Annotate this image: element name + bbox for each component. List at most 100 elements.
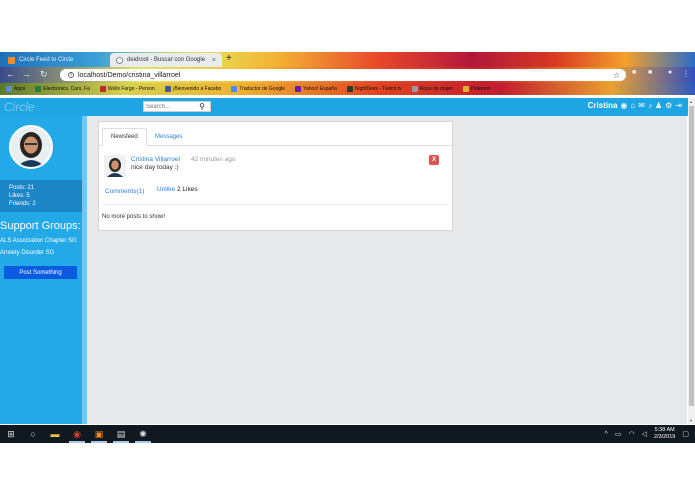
bookmark-star-icon[interactable]: ☆ [613, 71, 620, 80]
support-group-link[interactable]: Anxiety Disorder SG [0, 250, 54, 256]
address-bar[interactable]: i localhost/Demo/cristina_villarroel ☆ [60, 69, 626, 81]
bookmark-wells-fargo[interactable]: Wells Fargo - Person [99, 86, 155, 92]
app-taskbar-icon[interactable]: ✺ [132, 425, 154, 443]
camera-icon[interactable]: ◉ [620, 101, 627, 110]
profile-photo-icon [11, 127, 51, 167]
comments-link[interactable]: Comments(1) [105, 188, 144, 195]
scrollbar-thumb[interactable] [689, 106, 694, 406]
likes-count-label: 2 Likes [177, 186, 198, 193]
folder-icon [462, 86, 469, 92]
feed-post: Cristina Villarroel 42 minutes ago nice … [102, 153, 447, 205]
search-icon[interactable]: ○ [22, 425, 44, 443]
search-icon[interactable]: ⚲ [194, 102, 210, 112]
google-favicon-icon [116, 56, 123, 64]
yahoo-icon [295, 86, 302, 92]
home-icon[interactable]: ⌂ [630, 101, 635, 110]
clock-time: 5:38 AM [654, 427, 675, 433]
bookmark-favicon-icon [346, 86, 353, 92]
xampp-icon[interactable]: ▤ [110, 425, 132, 443]
bookmark-favicon-icon [35, 86, 42, 92]
bookmark-electronics[interactable]: Electronics, Cars, Fa [35, 86, 90, 92]
system-tray: ^ ▭ ◠ ◁ 5:38 AM 2/3/2019 ▢ [605, 425, 689, 443]
close-tab-icon[interactable]: × [212, 57, 216, 64]
bookmark-favicon-icon [411, 86, 418, 92]
circle-favicon-icon [8, 56, 15, 64]
post-something-button[interactable]: Post Something [4, 266, 77, 279]
browser-toolbar: ← → ↻ i localhost/Demo/cristina_villarro… [0, 67, 695, 83]
tab-messages[interactable]: Messages [147, 128, 190, 146]
app-taskbar-icon[interactable]: ▣ [88, 425, 110, 443]
bookmark-apps[interactable]: Apps [6, 86, 25, 92]
feed-card: Newsfeed Messages Cristina Villarroel 42… [98, 121, 453, 231]
search-input[interactable] [144, 103, 192, 110]
browser-tab-circle-feed[interactable]: Circle Feed to Circle [2, 53, 106, 67]
username-link[interactable]: Cristina [588, 101, 618, 110]
friends-count: Friends: 2 [9, 201, 36, 207]
bookmark-yahoo[interactable]: Yahoo! España [295, 86, 337, 92]
battery-icon[interactable]: ▭ [615, 430, 622, 438]
menu-kebab-icon[interactable]: ⋮ [682, 69, 690, 78]
profile-avatar[interactable] [9, 125, 53, 169]
file-explorer-icon[interactable]: ▬ [44, 425, 66, 443]
scroll-up-icon[interactable]: ▲ [689, 99, 693, 104]
bookmark-facebook[interactable]: ¡Bienvenido a Facebo [164, 86, 221, 92]
envelope-icon[interactable]: ✉ [638, 101, 645, 110]
support-group-link[interactable]: ALS Association Chapter SG [0, 238, 77, 244]
screen: Circle Feed to Circle deidroot - Buscar … [0, 52, 695, 443]
notifications-icon[interactable]: ▢ [682, 430, 689, 438]
app-header: Circle ⚲ Cristina ◉ ⌂ ✉ ♪ ♟ ⚙ ⇥ [0, 98, 688, 116]
unlike-link[interactable]: Unlike [157, 186, 175, 193]
bookmark-favicon-icon [99, 86, 106, 92]
scroll-down-icon[interactable]: ▼ [689, 418, 693, 423]
support-groups-heading: Support Groups: [0, 220, 81, 232]
gear-icon[interactable]: ⚙ [665, 101, 672, 110]
forward-arrow-icon[interactable]: → [22, 69, 31, 79]
back-arrow-icon[interactable]: ← [6, 69, 15, 79]
apps-grid-icon [6, 86, 12, 92]
logout-icon[interactable]: ⇥ [675, 101, 682, 110]
extension-icon[interactable]: ■ [648, 69, 652, 76]
posts-count: Posts: 21 [9, 185, 35, 191]
facebook-icon [164, 86, 171, 92]
main-content: Newsfeed Messages Cristina Villarroel 42… [87, 116, 687, 424]
translate-icon [231, 86, 238, 92]
new-tab-button[interactable]: + [226, 54, 232, 64]
extension-icon[interactable]: ■ [632, 69, 636, 76]
browser-tab-label: Circle Feed to Circle [19, 57, 74, 63]
likes-count: Likes: 5 [9, 193, 30, 199]
wifi-icon[interactable]: ◠ [628, 430, 634, 438]
users-icon[interactable]: ♟ [655, 101, 662, 110]
profile-stats: Posts: 21 Likes: 5 Friends: 2 [0, 180, 82, 212]
end-of-feed-text: No more posts to show! [102, 214, 166, 220]
chevron-up-icon[interactable]: ^ [605, 431, 608, 438]
bookmarks-bar: Apps Electronics, Cars, Fa Wells Fargo -… [0, 83, 695, 95]
info-icon[interactable]: i [68, 72, 74, 78]
profile-icon[interactable]: ● [668, 69, 672, 76]
delete-post-button[interactable]: X [429, 155, 439, 165]
volume-icon[interactable]: ◁ [642, 430, 647, 438]
taskbar: ⊞ ○ ▬ ◉ ▣ ▤ ✺ ^ ▭ ◠ ◁ 5:38 AM 2/3/2019 ▢ [0, 425, 695, 443]
sidebar: Posts: 21 Likes: 5 Friends: 2 Support Gr… [0, 116, 82, 424]
windows-start-icon[interactable]: ⊞ [0, 425, 22, 443]
browser-tab-label: deidroot - Buscar con Google [127, 57, 206, 63]
post-author-avatar[interactable] [104, 155, 126, 177]
bookmark-twitch[interactable]: NightDevs - Twitch.tv [346, 86, 402, 92]
url-text: localhost/Demo/cristina_villarroel [78, 71, 181, 79]
vertical-scrollbar[interactable]: ▲ ▼ [688, 98, 695, 424]
bookmark-pinterest[interactable]: Pinterest [462, 86, 490, 92]
post-body: nice day today :) [131, 164, 179, 171]
post-author-link[interactable]: Cristina Villarroel [131, 156, 180, 163]
bookmark-google-translate[interactable]: Traductor de Google [231, 86, 285, 92]
system-clock[interactable]: 5:38 AM 2/3/2019 [654, 427, 675, 441]
tab-newsfeed[interactable]: Newsfeed [102, 128, 147, 146]
search-box: ⚲ [143, 101, 211, 112]
clock-date: 2/3/2019 [653, 434, 676, 440]
brand-logo[interactable]: Circle [4, 100, 35, 114]
avatar-photo-icon [104, 155, 126, 177]
chrome-icon[interactable]: ◉ [66, 425, 88, 443]
reload-icon[interactable]: ↻ [40, 69, 48, 80]
browser-tab-google-search[interactable]: deidroot - Buscar con Google × [110, 53, 222, 67]
bell-icon[interactable]: ♪ [648, 101, 652, 110]
bookmark-ropa[interactable]: Ropa de mujer [411, 86, 453, 92]
user-nav: Cristina ◉ ⌂ ✉ ♪ ♟ ⚙ ⇥ [588, 101, 682, 110]
